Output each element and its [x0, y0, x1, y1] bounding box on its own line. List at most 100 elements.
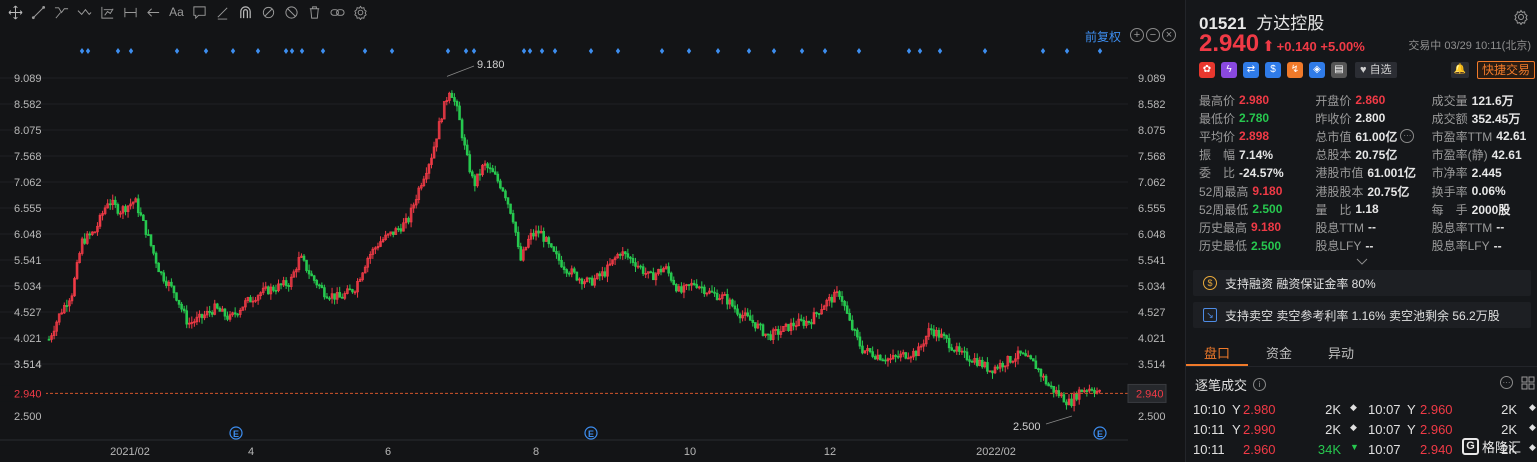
candle-body	[223, 308, 227, 317]
current-price-label-left: 2.940	[14, 388, 42, 400]
stat-cell: 开盘价 2.860	[1315, 92, 1431, 109]
event-dot-marker[interactable]	[463, 48, 469, 54]
event-dot-marker[interactable]	[856, 48, 862, 54]
logo-mark-icon: G	[1462, 437, 1479, 455]
tab-movement[interactable]: 异动	[1310, 343, 1372, 366]
candle-body	[914, 350, 918, 357]
event-dot-marker[interactable]	[320, 48, 326, 54]
event-dot-marker[interactable]	[615, 48, 621, 54]
event-dot-marker[interactable]	[389, 48, 395, 54]
quote-panel: 01521 方达控股 2.940 ⬆ +0.140 +5.00% 交易中 03/2…	[1185, 0, 1537, 462]
event-dot-marker[interactable]	[552, 48, 558, 54]
candle-body	[509, 203, 512, 214]
candle-body	[659, 268, 663, 273]
event-dot-marker[interactable]	[289, 48, 295, 54]
event-dot-marker[interactable]	[174, 48, 180, 54]
info-icon[interactable]: i	[1253, 377, 1267, 391]
event-dot-marker[interactable]	[906, 48, 912, 54]
zoom-in-icon[interactable]: +	[1130, 28, 1144, 42]
stat-label: 每 手	[1431, 202, 1468, 217]
x-tick-label: 6	[385, 446, 391, 458]
stat-value: 9.180	[1251, 220, 1282, 235]
trade-flag: Y	[1407, 422, 1416, 437]
trend-icon[interactable]: ↯	[1287, 62, 1303, 78]
candle-body	[667, 266, 670, 274]
zoom-out-icon[interactable]: −	[1146, 28, 1160, 42]
candle-body	[840, 296, 844, 302]
event-dot-marker[interactable]	[230, 48, 236, 54]
bell-icon[interactable]: 🔔	[1451, 62, 1469, 78]
add-watchlist-button[interactable]: ♥ 自选	[1355, 62, 1397, 78]
candle-body	[215, 303, 219, 309]
margin-support-bar[interactable]: $ 支持融资 融资保证金率 80%	[1193, 270, 1531, 296]
event-dot-marker[interactable]	[115, 48, 121, 54]
event-dot-marker[interactable]	[917, 48, 923, 54]
stat-cell: 股息LFY --	[1315, 237, 1431, 254]
event-dot-marker[interactable]	[527, 48, 533, 54]
candle-body	[458, 105, 461, 121]
event-dot-marker[interactable]	[79, 48, 85, 54]
event-dot-marker[interactable]	[471, 48, 477, 54]
trade-price: 2.960	[1243, 442, 1276, 457]
y-tick-label: 4.021	[1138, 333, 1166, 345]
candle-body	[351, 289, 354, 293]
tag-icon[interactable]: ◈	[1309, 62, 1325, 78]
event-dot-marker[interactable]	[937, 48, 943, 54]
event-dot-marker[interactable]	[1040, 48, 1046, 54]
event-dot-marker[interactable]	[822, 48, 828, 54]
tab-capital[interactable]: 资金	[1248, 343, 1310, 366]
hk-flag-icon[interactable]: ✿	[1199, 62, 1215, 78]
candle-body	[279, 283, 283, 286]
candle-body	[182, 308, 186, 312]
event-dot-marker[interactable]	[982, 48, 988, 54]
candle-body	[871, 351, 874, 357]
stat-cell: 最高价 2.980	[1199, 92, 1315, 109]
candle-body	[180, 303, 183, 310]
candle-body	[547, 237, 551, 245]
event-dot-marker[interactable]	[799, 48, 805, 54]
event-dot-marker[interactable]	[539, 48, 545, 54]
event-dot-marker[interactable]	[521, 48, 527, 54]
more-icon[interactable]: ···	[1500, 376, 1513, 389]
short-support-bar[interactable]: ↘ 支持卖空 卖空参考利率 1.16% 卖空池剩余 56.2万股	[1193, 302, 1531, 328]
price-adjust-toggle[interactable]: 前复权	[1085, 28, 1121, 45]
candle-body	[838, 291, 841, 297]
event-dot-marker[interactable]	[255, 48, 261, 54]
event-dot-marker[interactable]	[362, 48, 368, 54]
event-dot-marker[interactable]	[659, 48, 665, 54]
candle-body	[858, 336, 862, 347]
chevron-down-icon[interactable]	[1356, 255, 1368, 265]
news-icon[interactable]: ▤	[1331, 62, 1347, 78]
stat-label: 最低价	[1199, 111, 1236, 126]
event-dot-marker[interactable]	[588, 48, 594, 54]
event-dot-marker[interactable]	[771, 48, 777, 54]
y-tick-label: 8.075	[1138, 125, 1166, 137]
grid-icon[interactable]	[1521, 376, 1535, 393]
tab-orderbook[interactable]: 盘口	[1186, 343, 1248, 366]
candle-body	[726, 294, 729, 305]
event-dot-marker[interactable]	[1097, 48, 1103, 54]
event-dot-marker[interactable]	[299, 48, 305, 54]
connect-icon[interactable]: ⇄	[1243, 62, 1259, 78]
dollar-icon[interactable]: $	[1265, 62, 1281, 78]
event-dot-marker[interactable]	[1064, 48, 1070, 54]
event-dot-marker[interactable]	[445, 48, 451, 54]
kline-chart[interactable]: 9.089 8.582 8.075 7.568 7.062 6.555 6.048 5.541…	[0, 0, 1185, 462]
event-dot-marker[interactable]	[686, 48, 692, 54]
stat-value: 20.75亿	[1367, 184, 1410, 199]
gear-icon[interactable]	[1513, 9, 1529, 26]
event-dot-marker[interactable]	[128, 48, 134, 54]
event-dot-marker[interactable]	[85, 48, 91, 54]
stats-row: 平均价 2.898 总市值 61.00亿 ··· 市盈率TTM 42.61	[1199, 127, 1535, 145]
quick-trade-button[interactable]: 快捷交易	[1477, 61, 1536, 79]
more-icon[interactable]: ···	[1400, 129, 1415, 144]
event-dot-marker[interactable]	[203, 48, 209, 54]
event-dot-marker[interactable]	[283, 48, 289, 54]
stat-label: 振 幅	[1199, 148, 1236, 163]
chart-pane[interactable]: Aa 9.089 8.582 8.075 7.568 7.062 6.555 6.048 5.…	[0, 0, 1185, 462]
close-icon[interactable]: ×	[1162, 28, 1176, 42]
event-dot-marker[interactable]	[746, 48, 752, 54]
bolt-icon[interactable]: ϟ	[1221, 62, 1237, 78]
trade-direction-icon: ◆	[1529, 402, 1536, 412]
event-dot-marker[interactable]	[715, 48, 721, 54]
